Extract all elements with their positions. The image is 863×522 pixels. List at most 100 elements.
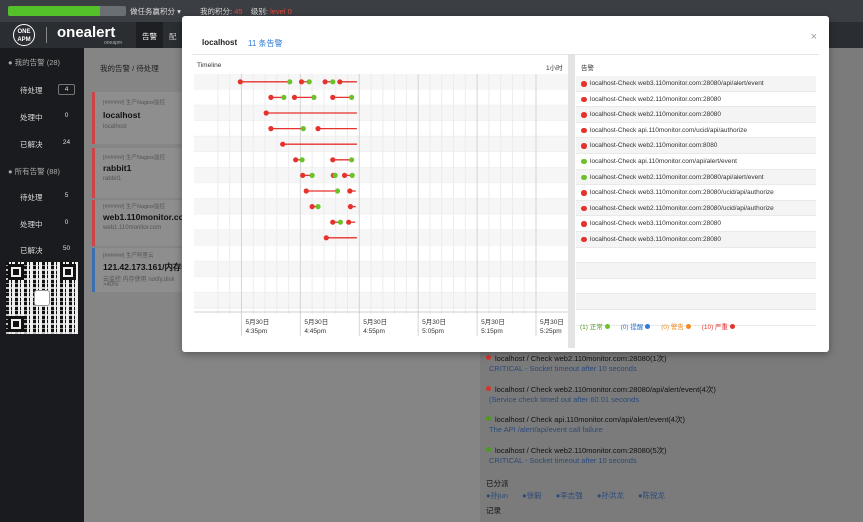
legend-dot-icon bbox=[685, 324, 691, 329]
close-icon[interactable]: × bbox=[811, 31, 817, 43]
tasks-menu[interactable]: 做任务赢积分 ▾ bbox=[130, 6, 181, 17]
alert-row[interactable]: localhost-Check web2.110monitor.com:2808… bbox=[576, 92, 816, 108]
history-item[interactable]: localhost / Check web2.110monitor.com:28… bbox=[486, 445, 667, 456]
timeline-tick-label: 5:25pm bbox=[540, 328, 562, 335]
history-subtext: The API /alert/api/event call failure bbox=[489, 425, 603, 434]
timeline-row-bg bbox=[194, 183, 568, 199]
sidebar-item-my-resolved[interactable]: 已解决 bbox=[20, 139, 43, 150]
timeline-heading: Timeline bbox=[197, 62, 222, 69]
alert-point bbox=[341, 172, 348, 178]
empty-row bbox=[576, 279, 816, 295]
assigned-heading: 已分派 bbox=[486, 479, 509, 488]
sidebar-my-alerts-heading[interactable]: ● 我的告警 (28) bbox=[8, 57, 60, 68]
alert-point bbox=[298, 79, 305, 85]
panel-splitter[interactable] bbox=[568, 54, 575, 348]
alert-point bbox=[263, 110, 269, 116]
recovery-point bbox=[332, 172, 338, 178]
assignee-link[interactable]: ●李志强 bbox=[556, 491, 589, 500]
task-progress-bar bbox=[8, 6, 126, 16]
legend-normal: (1) 正常 bbox=[580, 324, 610, 331]
timeline-row-bg bbox=[194, 292, 568, 308]
status-dot-icon bbox=[581, 158, 587, 165]
status-dot-icon bbox=[486, 355, 491, 360]
assignee-link[interactable]: ●陈锐龙 bbox=[638, 491, 671, 500]
alert-row[interactable]: localhost-Check api.110monitor.com/api/a… bbox=[576, 154, 816, 170]
status-dot-icon bbox=[581, 205, 587, 212]
alert-row[interactable]: localhost-Check web2.110monitor.com:8080 bbox=[576, 138, 816, 154]
alert-card[interactable]: [######] 生产阿里云 121.42.173.161/内存使 云监控 内存… bbox=[92, 248, 190, 292]
my-pending-count: 4 bbox=[58, 84, 75, 95]
alert-row[interactable]: localhost-Check web3.110monitor.com:2808… bbox=[576, 231, 816, 248]
alert-card-source: [######] 生产Nagios监控 bbox=[103, 204, 166, 210]
alert-timeline-modal: localhost 11 条告警 × Timeline 1小时 5月30日 4:3… bbox=[182, 16, 829, 352]
sidebar-item-all-resolved[interactable]: 已解决 bbox=[20, 245, 43, 256]
my-resolved-count: 24 bbox=[62, 139, 71, 146]
sidebar-item-my-processing[interactable]: 处理中 bbox=[20, 112, 43, 123]
assignee-link[interactable]: ●徐毅 bbox=[522, 491, 548, 500]
all-alerts-label: 所有告警 (88) bbox=[14, 167, 61, 176]
alert-row[interactable]: localhost-Check web2.110monitor.com:2808… bbox=[576, 107, 816, 123]
history-subtext: CRITICAL - Socket timeout after 10 secon… bbox=[489, 364, 637, 373]
tab-config[interactable]: 配 bbox=[163, 22, 183, 48]
alert-row-text: localhost-Check api.110monitor.com/api/a… bbox=[590, 157, 737, 165]
status-dot-icon bbox=[581, 112, 587, 118]
status-dot-icon bbox=[581, 221, 587, 227]
assignee-link[interactable]: ●孙洪龙 bbox=[597, 491, 630, 500]
history-subtext: (Service check timed out after 60.01 sec… bbox=[489, 395, 640, 404]
timeline-row-bg bbox=[194, 245, 568, 262]
alert-card[interactable]: [######] 生产Nagios监控 rabbit1 rabbit1 bbox=[92, 148, 188, 198]
timeline-scale[interactable]: 1小时 bbox=[546, 62, 563, 72]
breadcrumb: 我的告警 / 待处理 bbox=[100, 64, 159, 73]
alert-point bbox=[315, 126, 321, 132]
tab-alerts[interactable]: 告警 bbox=[136, 22, 163, 48]
assignee-link[interactable]: ●孙jun bbox=[486, 491, 514, 500]
tasks-label[interactable]: 做任务赢积分 bbox=[130, 7, 175, 16]
chevron-down-icon[interactable]: ▾ bbox=[177, 7, 181, 16]
record-heading: 记录 bbox=[486, 506, 501, 515]
alert-row[interactable]: localhost-Check web2.110monitor.com:2808… bbox=[576, 200, 816, 217]
history-item[interactable]: localhost / Check web2.110monitor.com:28… bbox=[486, 353, 667, 364]
modal-alert-count[interactable]: 11 条告警 bbox=[248, 38, 283, 49]
alert-point bbox=[322, 79, 328, 85]
alert-card-sub: localhost bbox=[103, 124, 127, 130]
alert-row[interactable]: localhost-Check web2.110monitor.com:2808… bbox=[576, 169, 816, 186]
task-progress-fill bbox=[8, 6, 101, 16]
history-item[interactable]: localhost / Check web2.110monitor.com:28… bbox=[486, 384, 716, 395]
alert-row[interactable]: localhost-Check web3.110monitor.com:2808… bbox=[576, 185, 816, 201]
alert-point bbox=[347, 188, 353, 194]
brand-name[interactable]: onealert bbox=[57, 24, 115, 41]
sidebar-all-alerts-heading[interactable]: ● 所有告警 (88) bbox=[8, 166, 60, 177]
timeline-tick-label: 4:55pm bbox=[363, 328, 385, 335]
sidebar-item-all-processing[interactable]: 处理中 bbox=[20, 219, 43, 230]
timeline-tick-label: 5月30日 bbox=[481, 318, 505, 326]
recovery-point bbox=[281, 94, 287, 100]
alert-row[interactable]: localhost-Check web3.110monitor.com:2808… bbox=[576, 76, 816, 92]
alert-row[interactable]: localhost-Check api.110monitor.com/ucid/… bbox=[576, 123, 816, 139]
alert-row-text: localhost-Check web2.110monitor.com:8080 bbox=[590, 142, 718, 150]
alert-point bbox=[293, 157, 299, 163]
recovery-point bbox=[315, 204, 321, 210]
timeline-tick-label: 5:15pm bbox=[481, 328, 503, 335]
status-dot-icon bbox=[581, 81, 587, 87]
sidebar-item-my-pending[interactable]: 待处理 bbox=[20, 85, 43, 96]
alert-row-text: localhost-Check web2.110monitor.com:2808… bbox=[590, 204, 774, 212]
alert-point bbox=[291, 94, 298, 100]
sidebar-item-all-pending[interactable]: 待处理 bbox=[20, 192, 43, 203]
alert-row[interactable]: localhost-Check web3.110monitor.com:2808… bbox=[576, 216, 816, 232]
alert-point bbox=[237, 79, 243, 85]
alert-point bbox=[347, 204, 354, 210]
recovery-point bbox=[349, 172, 355, 178]
oneapm-logo-icon: ONE APM bbox=[13, 24, 35, 46]
recovery-point bbox=[337, 219, 344, 225]
timeline-row-bg bbox=[194, 276, 568, 293]
alert-point bbox=[330, 94, 336, 100]
history-item[interactable]: localhost / Check api.110monitor.com/api… bbox=[486, 414, 685, 425]
alert-card-source: [######] 生产Nagios监控 bbox=[103, 155, 166, 161]
all-pending-count: 5 bbox=[64, 192, 69, 199]
alert-row-text: localhost-Check web2.110monitor.com:2808… bbox=[590, 111, 722, 119]
timeline-tick-label: 4:45pm bbox=[304, 328, 326, 335]
alert-card[interactable]: [######] 生产Nagios监控 web1.110monitor.com … bbox=[92, 200, 191, 246]
alert-card[interactable]: [######] 生产Nagios监控 localhost localhost bbox=[92, 92, 188, 144]
empty-row bbox=[576, 263, 816, 279]
timeline-row-bg bbox=[194, 136, 568, 152]
